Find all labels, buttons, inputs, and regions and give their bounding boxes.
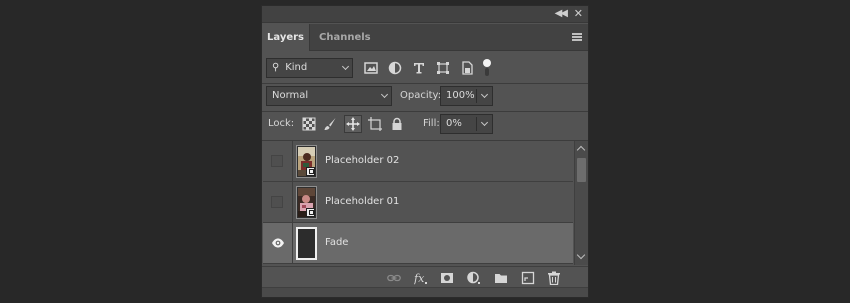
chevron-down-icon xyxy=(380,90,389,99)
opacity-field[interactable]: 100% xyxy=(440,86,493,106)
lock-transparent-icon[interactable] xyxy=(302,117,316,131)
svg-text:fx: fx xyxy=(414,272,425,285)
opacity-label: Opacity: xyxy=(400,90,442,101)
divider xyxy=(262,111,588,112)
blend-mode-dropdown[interactable]: Normal xyxy=(266,86,392,106)
layer-thumbnail xyxy=(296,186,317,219)
add-mask-icon[interactable] xyxy=(440,271,454,285)
panel-menu-icon[interactable] xyxy=(572,33,582,41)
new-group-icon[interactable] xyxy=(494,271,508,285)
layer-row-placeholder-01[interactable]: Placeholder 01 xyxy=(263,182,573,223)
blend-row: Normal Opacity: 100% xyxy=(262,86,588,108)
layer-thumbnail xyxy=(296,227,317,260)
lock-position-icon[interactable] xyxy=(344,115,362,133)
fill-label: Fill: xyxy=(423,118,440,129)
panel-tab-bar: Layers Channels xyxy=(262,24,588,51)
divider xyxy=(476,89,477,103)
divider xyxy=(292,182,293,222)
layers-list: Placeholder 02 Placeholder 01 Fade xyxy=(263,141,573,265)
scroll-down-icon[interactable] xyxy=(576,250,586,260)
fx-icon[interactable]: fx xyxy=(414,271,428,285)
tab-channels[interactable]: Channels xyxy=(319,24,371,51)
chevron-down-icon[interactable] xyxy=(480,118,489,127)
smart-object-filter-icon[interactable] xyxy=(460,61,474,75)
shape-filter-icon[interactable] xyxy=(436,61,450,75)
trash-icon[interactable] xyxy=(547,271,561,285)
lock-artboard-icon[interactable] xyxy=(368,117,382,131)
filter-kind-dropdown[interactable]: ⚲ Kind xyxy=(266,58,353,78)
filter-row: ⚲ Kind xyxy=(262,57,588,79)
layers-footer-toolbar: fx xyxy=(262,266,588,288)
image-filter-icon[interactable] xyxy=(364,61,378,75)
visibility-toggle-off[interactable] xyxy=(271,155,283,167)
filter-kind-label: Kind xyxy=(285,62,308,73)
divider xyxy=(262,83,588,84)
chevron-down-icon[interactable] xyxy=(480,90,489,99)
layer-name: Placeholder 02 xyxy=(325,155,400,166)
chevron-down-icon xyxy=(341,62,350,71)
smart-object-badge-icon xyxy=(306,208,315,217)
new-layer-icon[interactable] xyxy=(521,271,535,285)
type-filter-icon[interactable] xyxy=(412,61,426,75)
layer-thumbnail xyxy=(296,145,317,178)
lock-label: Lock: xyxy=(268,118,295,129)
filter-toggle-icon[interactable] xyxy=(482,58,492,78)
smart-object-badge-icon xyxy=(306,167,315,176)
adjustment-filter-icon[interactable] xyxy=(388,61,402,75)
scroll-up-icon[interactable] xyxy=(576,145,586,155)
panel-title-bar: ◀◀ ✕ xyxy=(262,6,588,23)
collapse-panel-icon[interactable]: ◀◀ xyxy=(555,8,568,19)
blend-mode-value: Normal xyxy=(272,90,309,101)
fill-value: 0% xyxy=(446,118,462,129)
lock-image-icon[interactable] xyxy=(323,117,337,131)
layer-name: Fade xyxy=(325,237,349,248)
filter-search-icon: ⚲ xyxy=(272,62,280,73)
link-layers-icon[interactable] xyxy=(387,271,401,285)
scrollbar-thumb[interactable] xyxy=(577,158,586,182)
lock-row: Lock: Fill: 0% xyxy=(262,114,588,136)
divider xyxy=(292,223,293,263)
panel-resize-strip[interactable] xyxy=(262,287,588,297)
layer-name: Placeholder 01 xyxy=(325,196,400,207)
visibility-toggle-off[interactable] xyxy=(271,196,283,208)
layer-row-placeholder-02[interactable]: Placeholder 02 xyxy=(263,141,573,182)
fill-field[interactable]: 0% xyxy=(440,114,493,134)
layer-row-fade[interactable]: Fade xyxy=(263,223,573,264)
lock-all-icon[interactable] xyxy=(390,117,404,131)
visibility-eye-icon[interactable] xyxy=(271,237,284,249)
divider xyxy=(292,141,293,181)
opacity-value: 100% xyxy=(446,90,475,101)
new-adjustment-icon[interactable] xyxy=(467,271,481,285)
close-panel-icon[interactable]: ✕ xyxy=(574,7,583,20)
tab-layers[interactable]: Layers xyxy=(262,24,310,51)
layers-panel: ◀◀ ✕ Layers Channels ⚲ Kind Normal Opaci… xyxy=(261,5,589,298)
layers-scrollbar[interactable] xyxy=(574,141,588,265)
divider xyxy=(476,117,477,131)
